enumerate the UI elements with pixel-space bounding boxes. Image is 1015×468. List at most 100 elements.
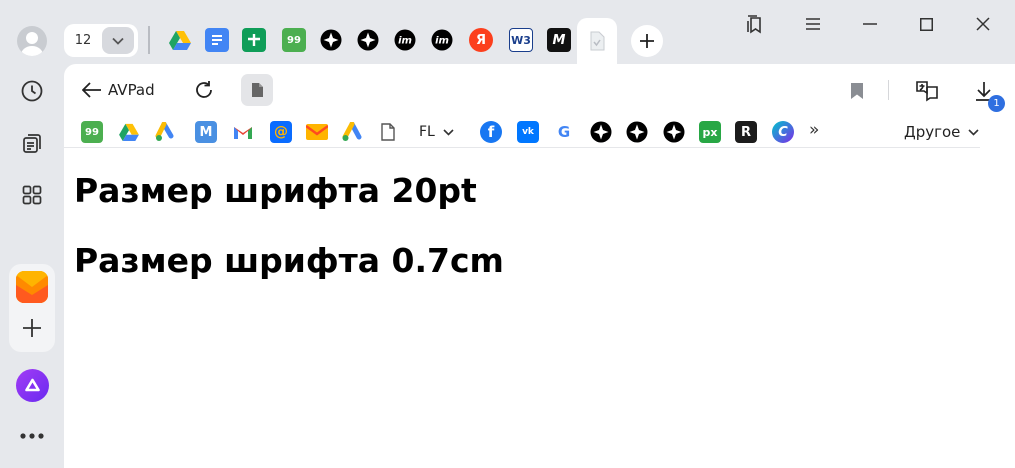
tab-w3schools[interactable]: W3 [509,28,533,52]
tab-google-docs[interactable] [205,28,229,52]
more-dots-icon [20,433,44,439]
clock-icon [21,80,43,102]
compass-icon [626,121,648,143]
translate-button[interactable] [913,77,941,105]
tab-yandex[interactable]: Я [469,28,493,52]
mail-icon [306,124,328,140]
new-tab-button[interactable] [631,25,663,57]
canva-icon: C [778,124,788,140]
tab-strip: 12 99 im im Я W3 M [64,0,1015,64]
bookmark-r-logo[interactable]: R [735,121,757,143]
yandex-mail-app[interactable] [16,271,48,303]
bookmark-canva[interactable]: C [772,121,794,143]
tab-google-sheets[interactable] [242,28,266,52]
tab-google-drive[interactable] [168,28,192,52]
bookmark-page-button[interactable] [843,77,871,105]
bookmarks-panel-icon [747,15,761,34]
page-title-label: AVPad [108,81,155,99]
tab-im-1[interactable]: im [393,28,417,52]
tab-compass-1[interactable] [319,28,343,52]
compass-icon [590,121,612,143]
tab-avpad-active[interactable] [577,18,617,64]
page-info-button[interactable] [241,74,273,106]
tab-99-plus[interactable]: 99 [282,28,306,52]
facebook-icon: f [487,123,495,141]
close-icon [976,17,990,31]
collections-window-button[interactable] [739,10,771,38]
bookmark-medium[interactable]: M [195,121,217,143]
yandex-icon: Я [475,32,486,48]
bookmark-google-ads[interactable] [155,121,177,143]
browser-content-panel: AVPad 1 99 M @ FL f vk G px R C » Другое… [64,64,1015,468]
bookmarks-more-button[interactable]: » [809,120,819,140]
bookmark-google-drive[interactable] [118,121,140,143]
tab-compass-2[interactable] [356,28,380,52]
collections-button[interactable] [14,126,50,162]
chevron-down-icon [968,128,979,136]
im-icon: im [394,29,416,51]
add-app-button[interactable] [20,316,44,340]
compass-icon [663,121,685,143]
reload-button[interactable] [191,77,217,103]
address-toolbar: AVPad 1 [64,64,1015,116]
plus-icon [23,319,41,337]
bookmark-yandex-mail[interactable] [306,121,328,143]
bookmarks-other-folder[interactable]: Другое [904,121,979,143]
toolbar-separator [888,80,889,100]
m-logo-icon: M [552,32,566,48]
menu-button[interactable] [797,10,829,38]
page-content: Размер шрифта 20pt Размер шрифта 0.7cm [74,174,504,277]
minimize-icon [863,23,877,25]
collections-icon [23,134,41,153]
px-icon: px [702,125,718,139]
hamburger-icon [806,18,820,30]
google-ads-icon [342,122,362,141]
bookmark-gmail[interactable] [232,121,254,143]
compass-icon [357,29,379,51]
bookmark-mail-ru[interactable]: @ [270,121,292,143]
bookmark-facebook[interactable]: f [480,121,502,143]
services-button[interactable] [14,177,50,213]
mail-icon [16,271,48,303]
google-drive-icon [119,123,139,141]
alice-assistant-button[interactable] [16,369,49,402]
bookmark-google-ads-2[interactable] [341,121,363,143]
medium-icon: M [199,124,213,140]
bookmark-icon [851,83,863,99]
profile-avatar[interactable] [17,26,47,56]
bookmark-document[interactable] [377,121,399,143]
bookmark-99-plus[interactable]: 99 [81,121,103,143]
tab-separator [148,26,150,54]
minimize-button[interactable] [854,10,886,38]
r-logo-icon: R [740,124,751,140]
folder-label: FL [419,124,435,140]
bookmark-compass-1[interactable] [590,121,612,143]
bookmark-px[interactable]: px [699,121,721,143]
tab-count-label: 12 [74,33,92,48]
translate-icon [916,81,938,102]
grid-icon [22,185,42,205]
bookmark-folder-fl[interactable]: FL [419,121,454,143]
maximize-icon [919,17,933,31]
downloads-badge: 1 [988,95,1005,112]
sidebar-apps-group [9,264,55,352]
history-button[interactable] [14,73,50,109]
reload-icon [196,81,212,98]
tab-list-dropdown[interactable] [102,27,134,54]
more-button[interactable] [14,418,50,454]
heading-font-size-cm: Размер шрифта 0.7cm [74,241,504,280]
vk-icon: vk [522,127,534,137]
svg-text:im: im [398,36,412,47]
browser-sidebar [0,0,64,468]
maximize-button[interactable] [910,10,942,38]
bookmark-compass-3[interactable] [663,121,685,143]
tab-m-logo[interactable]: M [547,28,571,52]
tab-im-2[interactable]: im [430,28,454,52]
bookmark-compass-2[interactable] [626,121,648,143]
close-window-button[interactable] [967,10,999,38]
back-button[interactable]: AVPad [82,78,155,102]
bookmark-google[interactable]: G [553,121,575,143]
tab-counter[interactable]: 12 [64,24,138,57]
99-plus-icon: 99 [85,126,99,138]
bookmark-vk[interactable]: vk [517,121,539,143]
